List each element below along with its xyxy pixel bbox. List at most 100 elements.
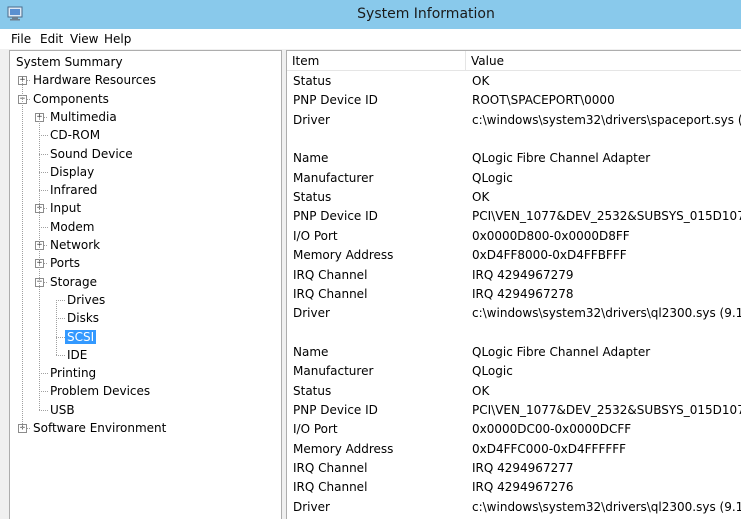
menu-view[interactable]: View (70, 29, 98, 49)
tree-item[interactable]: Hardware Resources (31, 71, 158, 89)
list-item-value[interactable]: 0x0000DC00-0x0000DCFF (472, 420, 631, 439)
list-item-value[interactable]: 0xD4FFC000-0xD4FFFFFF (472, 440, 626, 459)
tree-item[interactable]: Drives (65, 291, 107, 309)
tree-connector (56, 299, 65, 301)
list-item-name[interactable]: PNP Device ID (293, 91, 378, 110)
tree-item-label: Disks (67, 311, 100, 326)
list-item-name[interactable]: Driver (293, 498, 330, 517)
list-item-value[interactable]: 0x0000D800-0x0000D8FF (472, 227, 630, 246)
tree-connector (27, 80, 30, 82)
tree-item-label: IDE (67, 347, 88, 362)
tree-connector (44, 263, 47, 265)
tree-item[interactable]: Multimedia (48, 108, 119, 126)
list-item-value[interactable]: QLogic (472, 362, 513, 381)
tree-connector (56, 354, 65, 356)
list-item-value[interactable]: IRQ 4294967276 (472, 478, 573, 497)
tree-item[interactable]: Input (48, 199, 83, 217)
tree-item[interactable]: Problem Devices (48, 382, 152, 400)
list-item-value[interactable]: c:\windows\system32\drivers\ql2300.sys (… (472, 498, 741, 517)
menu-edit[interactable]: Edit (40, 29, 63, 49)
tree-item[interactable]: Disks (65, 309, 101, 327)
tree-item-label: Network (50, 238, 101, 252)
tree-item[interactable]: Storage (48, 273, 99, 291)
tree-connector (39, 391, 48, 393)
list-item-value[interactable]: IRQ 4294967277 (472, 459, 573, 478)
tree-item-label: Sound Device (50, 146, 133, 161)
tree-connector (27, 428, 30, 429)
list-item-name[interactable]: Manufacturer (293, 169, 373, 188)
column-header-item[interactable]: Item (287, 51, 465, 71)
menu-file[interactable]: File (11, 29, 31, 49)
list-item-value[interactable]: QLogic (472, 169, 513, 188)
list-item-name[interactable]: Memory Address (293, 440, 393, 459)
tree-item-label: Infrared (50, 183, 98, 198)
tree-connector (39, 226, 48, 228)
tree-item[interactable]: Printing (48, 364, 98, 382)
list-item-name[interactable]: Memory Address (293, 246, 393, 265)
tree-item-label: Problem Devices (50, 384, 151, 399)
list-item-name[interactable]: IRQ Channel (293, 478, 367, 497)
list-item-value[interactable]: c:\windows\system32\drivers\ql2300.sys (… (472, 304, 741, 323)
tree-connector (44, 245, 47, 246)
tree-connector (44, 208, 47, 210)
list-item-name[interactable]: Driver (293, 304, 330, 323)
list-item-name[interactable]: Manufacturer (293, 362, 373, 381)
category-tree[interactable]: System Summary Hardware Resources + Compone… (9, 50, 282, 519)
list-item-value[interactable]: OK (472, 382, 489, 401)
list-item-value[interactable]: QLogic Fibre Channel Adapter (472, 343, 650, 362)
list-item-value[interactable]: IRQ 4294967278 (472, 285, 573, 304)
tree-connector (39, 171, 48, 173)
tree-item-label: Input (50, 201, 82, 216)
list-item-name[interactable]: Name (293, 149, 328, 168)
title-bar[interactable]: System Information (0, 0, 741, 29)
tree-item[interactable]: Network (48, 236, 102, 254)
list-item-name[interactable]: I/O Port (293, 227, 338, 246)
tree-item[interactable]: Sound Device (48, 145, 135, 163)
list-item-name[interactable]: Name (293, 343, 328, 362)
list-item-name[interactable]: Driver (293, 111, 330, 130)
tree-connector (39, 153, 48, 155)
tree-item[interactable]: System Summary (14, 53, 125, 71)
list-item-name[interactable]: PNP Device ID (293, 401, 378, 420)
list-item-value[interactable]: ROOT\SPACEPORT\0000 (472, 91, 615, 110)
tree-item[interactable]: SCSI (65, 328, 97, 346)
tree-item[interactable]: Components (31, 90, 111, 108)
menu-help[interactable]: Help (104, 29, 131, 49)
tree-connector (39, 135, 48, 137)
tree-item-label: Hardware Resources (33, 73, 157, 88)
list-item-name[interactable]: Status (293, 72, 331, 91)
tree-item[interactable]: Modem (48, 218, 96, 236)
list-item-value[interactable]: IRQ 4294967279 (472, 266, 573, 285)
list-item-name[interactable]: PNP Device ID (293, 207, 378, 226)
list-item-name[interactable]: I/O Port (293, 420, 338, 439)
list-item-name[interactable]: IRQ Channel (293, 285, 367, 304)
tree-item[interactable]: Infrared (48, 181, 99, 199)
tree-guide-line (39, 116, 40, 410)
list-item-value[interactable]: PCI\VEN_1077&DEV_2532&SUBSYS_015D1077&RE… (472, 401, 741, 420)
tree-connector (39, 190, 48, 192)
column-header-value[interactable]: Value (466, 51, 741, 71)
tree-guide-line (22, 80, 23, 428)
tree-item[interactable]: USB (48, 401, 77, 419)
list-item-value[interactable]: OK (472, 72, 489, 91)
details-list[interactable]: Item Value Status OK PNP Device ID ROOT\SPA… (286, 50, 741, 519)
list-item-value[interactable]: OK (472, 188, 489, 207)
tree-item[interactable]: Ports (48, 254, 82, 272)
tree-item[interactable]: IDE (65, 346, 89, 364)
list-item-value[interactable]: 0xD4FF8000-0xD4FFBFFF (472, 246, 627, 265)
list-item-name[interactable]: Status (293, 188, 331, 207)
list-item-name[interactable]: IRQ Channel (293, 459, 367, 478)
list-item-value[interactable]: PCI\VEN_1077&DEV_2532&SUBSYS_015D1077&RE… (472, 207, 741, 226)
tree-item-label: CD-ROM (50, 128, 101, 143)
tree-item[interactable]: CD-ROM (48, 126, 102, 144)
list-item-name[interactable]: IRQ Channel (293, 266, 367, 285)
list-item-value[interactable]: c:\windows\system32\drivers\spaceport.sy… (472, 111, 741, 130)
tree-item[interactable]: Display (48, 163, 96, 181)
list-item-name[interactable]: Status (293, 382, 331, 401)
list-item-value[interactable]: QLogic Fibre Channel Adapter (472, 149, 650, 168)
tree-connector (39, 373, 48, 375)
tree-connector (39, 409, 48, 411)
tree-item-label: Software Environment (33, 421, 167, 435)
tree-item[interactable]: Software Environment (31, 419, 168, 437)
tree-item-label: Components (33, 91, 109, 106)
